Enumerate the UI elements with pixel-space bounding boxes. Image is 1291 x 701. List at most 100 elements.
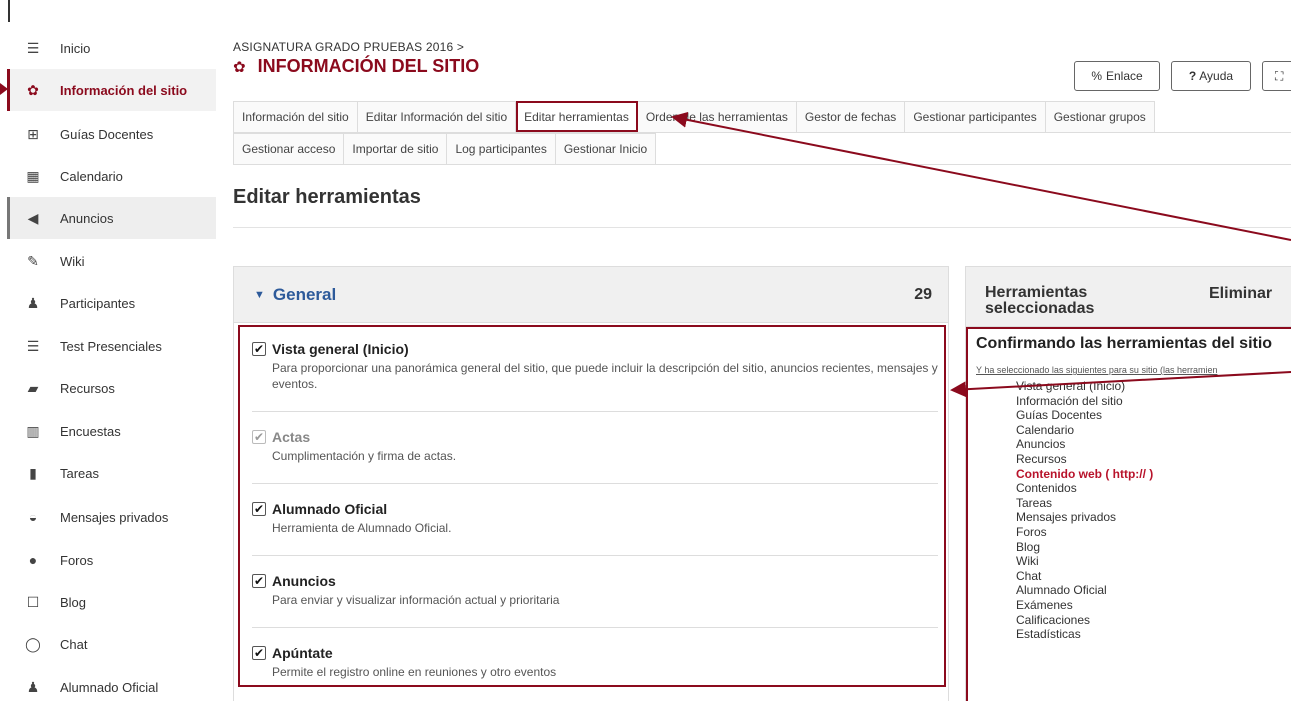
tab-editar-herramientas[interactable]: Editar herramientas (516, 101, 638, 132)
sidebar-item-label: Participantes (60, 295, 136, 311)
confirm-note: Y ha seleccionado las siguientes para su… (976, 365, 1218, 375)
tool-name: Actas (272, 429, 311, 445)
tool-separator (252, 555, 938, 556)
bar-chart-icon: ▥ (26, 422, 40, 439)
sidebar-item-test-presenciales[interactable]: ☰ Test Presenciales (10, 325, 216, 367)
sidebar-item-label: Chat (60, 636, 88, 652)
sidebar-item-recursos[interactable]: ▰ Recursos (10, 367, 216, 409)
general-group-header[interactable]: ▼ General 29 (234, 267, 948, 323)
map-icon: ⊞ (27, 125, 39, 142)
sidebar-item-tareas[interactable]: ▮ Tareas (10, 452, 216, 494)
tab-gestor-de-fechas[interactable]: Gestor de fechas (796, 101, 906, 132)
tab-gestionar-participantes[interactable]: Gestionar participantes (905, 101, 1046, 132)
edit-icon: ✎ (27, 252, 39, 269)
sidebar-item-label: Foros (60, 552, 94, 568)
group-title[interactable]: General (273, 285, 914, 305)
help-button[interactable]: ? Ayuda (1171, 61, 1251, 91)
confirm-box: Confirmando las herramientas del sitio Y… (966, 327, 1291, 701)
tool-separator (252, 411, 938, 412)
tool-checkbox-row[interactable]: ✔ Alumnado Oficial (252, 501, 938, 517)
tab-información-del-sitio[interactable]: Información del sitio (233, 101, 358, 132)
tool-description: Permite el registro online en reuniones … (272, 665, 557, 679)
tool-checkbox-row[interactable]: ✔ Anuncios (252, 573, 938, 589)
selected-tool-item: Mensajes privados (1016, 510, 1117, 525)
page-title: ✿ INFORMACIÓN DEL SITIO (233, 56, 479, 77)
tab-gestionar-grupos[interactable]: Gestionar grupos (1045, 101, 1155, 132)
help-icon: ? (1188, 69, 1197, 83)
selected-tool-item: Calendario (1016, 422, 1075, 437)
selected-tool-item: Contenidos (1016, 481, 1077, 496)
sidebar-item-label: Recursos (60, 380, 115, 396)
tool-checkbox-row[interactable]: ✔ Actas (252, 429, 938, 445)
tool-list: ✔ Vista general (Inicio) Para proporcionar… (238, 325, 946, 687)
calendar-icon: ▦ (26, 167, 40, 184)
expand-button[interactable]: ⛶ (1262, 61, 1291, 91)
general-tools-panel: ▼ General 29 ✔ Vista general (Inicio) Para… (233, 266, 949, 701)
sidebar-item-chat[interactable]: ◯ Chat (10, 623, 216, 665)
sidebar-item-foros[interactable]: ● Foros (10, 539, 216, 581)
section-title: Editar herramientas (233, 186, 421, 208)
group-count: 29 (914, 285, 932, 303)
remove-label[interactable]: Eliminar (1209, 285, 1272, 303)
tab-log-participantes[interactable]: Log participantes (447, 133, 556, 164)
breadcrumb[interactable]: ASIGNATURA GRADO PRUEBAS 2016 > (233, 40, 464, 54)
selected-tools-list: Vista general (Inicio) Información del si… (1016, 379, 1153, 642)
sidebar-item-label: Calendario (60, 168, 123, 184)
inbox-icon: ◒ (28, 509, 38, 525)
sidebar-item-inicio[interactable]: ☰ Inicio (10, 27, 216, 69)
sidebar-item-label: Tareas (60, 465, 100, 481)
tool-name: Alumnado Oficial (272, 501, 388, 517)
tool-separator (252, 627, 938, 628)
folder-open-icon: ▰ (27, 379, 39, 396)
selected-tools-panel: Herramientas seleccionadas Eliminar Conf… (965, 266, 1291, 701)
sidebar-item-calendario[interactable]: ▦ Calendario (10, 155, 216, 197)
tool-checkbox-row[interactable]: ✔ Apúntate (252, 645, 938, 661)
tab-orden-de-las-herramientas[interactable]: Orden de las herramientas (637, 101, 797, 132)
sidebar-item-anuncios[interactable]: ◀ Anuncios (7, 197, 216, 239)
checkbox-icon[interactable]: ✔ (252, 342, 266, 356)
sidebar: ☰ Inicio ✿ Información del sitio ⊞ Guías Doce… (0, 0, 216, 701)
sidebar-item-wiki[interactable]: ✎ Wiki (10, 240, 216, 282)
sidebar-item-guías-docentes[interactable]: ⊞ Guías Docentes (10, 113, 216, 155)
tool-item: ✔ Alumnado Oficial Herramienta de Alumnado… (252, 501, 938, 536)
checkbox-icon[interactable]: ✔ (252, 502, 266, 516)
checkbox-icon[interactable]: ✔ (252, 646, 266, 660)
tab-row-1: Información del sitio Editar Información … (233, 101, 1291, 133)
selected-tool-item: Wiki (1016, 554, 1039, 569)
sidebar-item-información-del-sitio[interactable]: ✿ Información del sitio (7, 69, 216, 111)
confirm-title: Confirmando las herramientas del sitio (976, 335, 1273, 352)
tab-editar-información-del-sitio[interactable]: Editar Información del sitio (357, 101, 517, 132)
list-icon: ☰ (26, 39, 40, 56)
sidebar-item-encuestas[interactable]: ▥ Encuestas (10, 410, 216, 452)
sidebar-item-label: Mensajes privados (60, 509, 169, 525)
users-icon: ♟ (26, 294, 40, 311)
selected-tool-item: Estadísticas (1016, 627, 1081, 642)
selected-tool-item: Blog (1016, 539, 1041, 554)
sidebar-edge (8, 0, 10, 22)
tool-tabs: Información del sitio Editar Información … (233, 101, 1291, 165)
caret-down-icon[interactable]: ▼ (254, 289, 265, 301)
sidebar-item-label: Test Presenciales (60, 338, 162, 354)
sidebar-item-blog[interactable]: ☐ Blog (10, 581, 216, 623)
tool-item: ✔ Apúntate Permite el registro online en r… (252, 645, 938, 680)
tool-description: Para proporcionar una panorámica general… (272, 361, 938, 391)
tool-separator (252, 483, 938, 484)
tab-gestionar-acceso[interactable]: Gestionar acceso (233, 133, 345, 164)
help-button-label: Ayuda (1199, 69, 1234, 83)
sidebar-item-label: Blog (60, 594, 87, 610)
sidebar-item-alumnado-oficial[interactable]: ♟ Alumnado Oficial (10, 666, 216, 701)
file-icon: ▮ (29, 464, 37, 481)
tab-gestionar-inicio[interactable]: Gestionar Inicio (555, 133, 657, 164)
tab-importar-de-sitio[interactable]: Importar de sitio (344, 133, 448, 164)
sidebar-item-mensajes-privados[interactable]: ◒ Mensajes privados (10, 496, 216, 538)
expand-icon: ⛶ (1275, 68, 1284, 83)
link-button[interactable]: % Enlace (1074, 61, 1160, 91)
checkbox-icon[interactable]: ✔ (252, 574, 266, 588)
link-icon: % (1091, 69, 1102, 83)
tool-name: Apúntate (272, 645, 333, 661)
square-icon: ☐ (26, 593, 40, 610)
sidebar-item-participantes[interactable]: ♟ Participantes (10, 282, 216, 324)
selected-tool-item: Tareas (1016, 495, 1053, 510)
tool-checkbox-row[interactable]: ✔ Vista general (Inicio) (252, 341, 938, 357)
selected-tool-item: Alumnado Oficial (1016, 583, 1107, 598)
